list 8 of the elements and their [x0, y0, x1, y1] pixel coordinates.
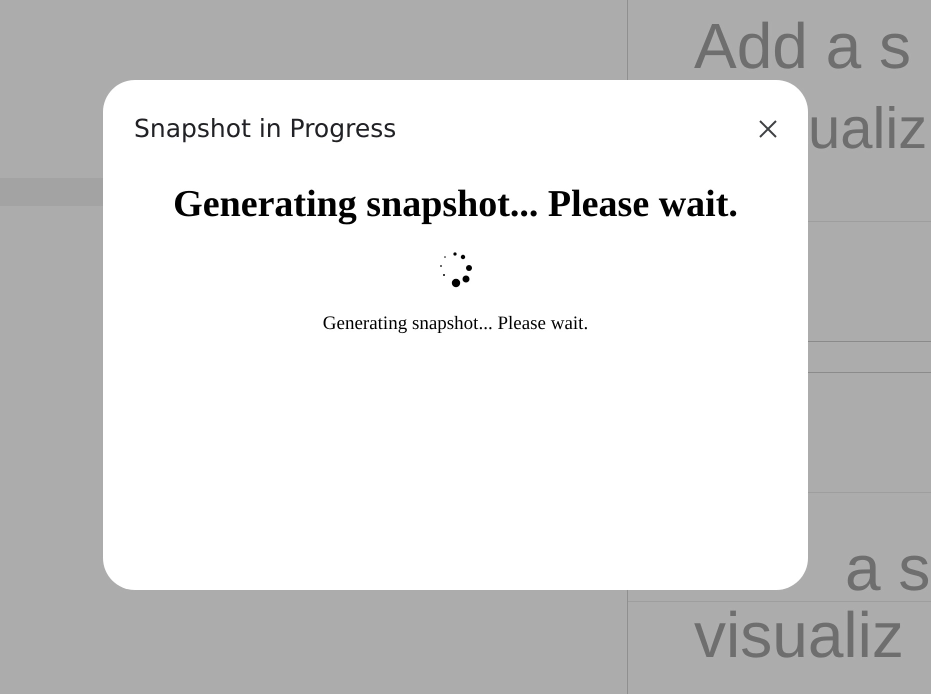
panel-heading: a s: [845, 535, 930, 601]
close-icon: [758, 119, 778, 139]
panel-heading: ualiz: [808, 96, 928, 162]
dialog-title: Snapshot in Progress: [134, 114, 396, 144]
panel-heading: visualiz: [694, 602, 904, 668]
status-message: Generating snapshot... Please wait.: [322, 312, 588, 336]
panel-heading: Add a s: [694, 16, 912, 76]
heading: Generating snapshot... Please wait.: [173, 182, 738, 227]
